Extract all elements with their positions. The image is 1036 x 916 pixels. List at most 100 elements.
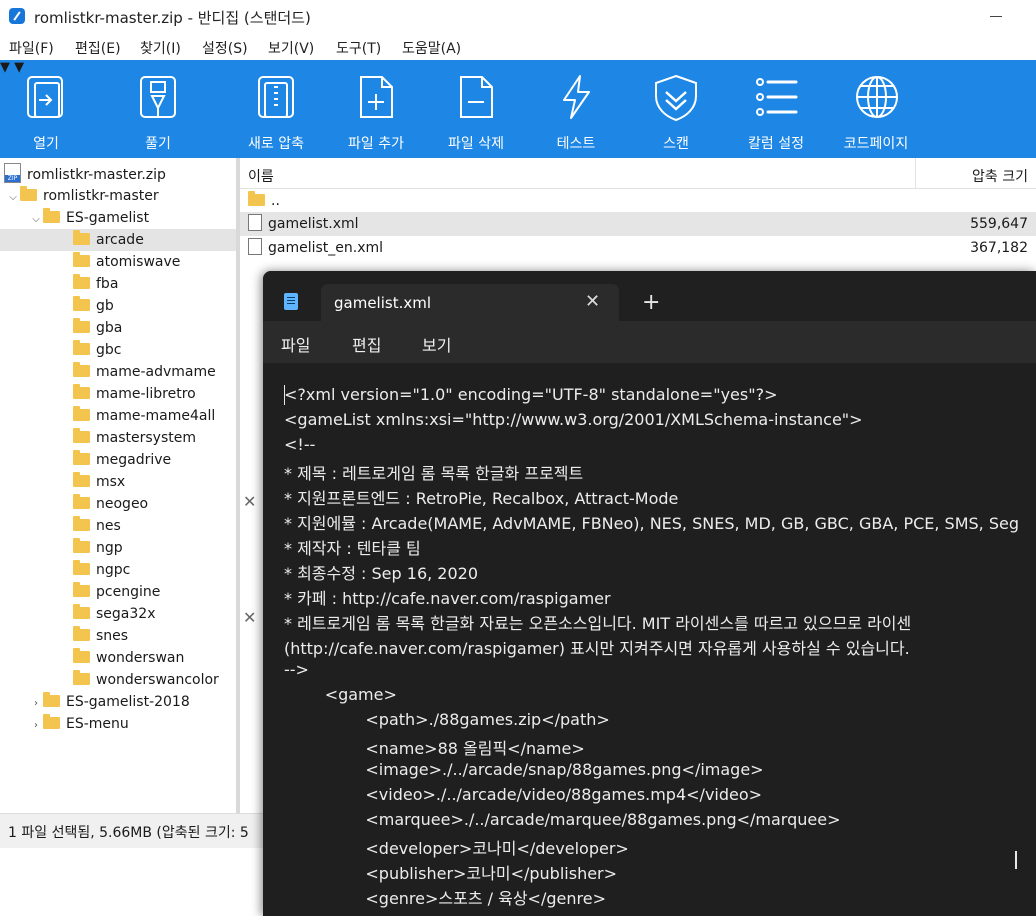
file-icon (248, 214, 262, 231)
folder-icon (73, 626, 90, 641)
column-divider[interactable] (915, 158, 916, 188)
tree-label: wonderswancolor (96, 672, 219, 688)
tree-item-es-gamelist-2018[interactable]: › ES-gamelist-2018 (0, 691, 263, 713)
delete-file-label: 파일 삭제 (448, 136, 504, 152)
scan-label: 스캔 (663, 136, 689, 152)
menu-find[interactable]: 찾기(I) (140, 38, 181, 58)
tree-label: mame-libretro (96, 386, 196, 402)
menu-tools[interactable]: 도구(T) (336, 38, 381, 58)
text-line: <genre>스포츠 / 육상</genre> (284, 889, 606, 908)
text-line: * 지원에뮬 : Arcade(MAME, AdvMAME, FBNeo), N… (284, 514, 1019, 533)
menu-help[interactable]: 도움말(A) (402, 38, 461, 58)
close-icon[interactable]: ✕ (243, 492, 256, 511)
delete-file-button[interactable]: 파일 삭제 (428, 60, 524, 158)
text-line: <?xml version="1.0" encoding="UTF-8" sta… (284, 385, 778, 404)
folder-icon (73, 538, 90, 553)
tree-label: romlistkr-master.zip (27, 167, 166, 183)
text-line: <name>88 올림픽</name> (284, 739, 585, 758)
tree-item-es-gamelist[interactable]: ⌵ ES-gamelist (0, 207, 263, 229)
folder-tree: romlistkr-master.zip ⌵romlistkr-master ⌵… (0, 158, 307, 813)
add-file-icon (360, 76, 393, 118)
toolbar: 열기 ▼ 풀기 ▼ 새로 압축 파일 추가 파일 삭제 테스트 스캔 칼럼 설정… (0, 60, 1036, 158)
column-settings-label: 칼럼 설정 (748, 136, 804, 152)
close-icon[interactable]: ✕ (585, 291, 600, 312)
chevron-down-icon[interactable]: ⌵ (29, 209, 43, 231)
open-label: 열기 (33, 136, 59, 152)
extract-button[interactable]: 풀기 (110, 60, 206, 158)
file-size: 367,182 (970, 240, 1028, 256)
tree-label: snes (96, 628, 129, 644)
file-name: .. (271, 193, 280, 209)
text-line: <image>./../arcade/snap/88games.png</ima… (284, 760, 764, 779)
file-row[interactable]: gamelist.xml 559,647 (240, 212, 1036, 236)
status-text: 1 파일 선택됨, 5.66MB (압축된 크기: 5 (8, 825, 249, 841)
add-file-button[interactable]: 파일 추가 (328, 60, 424, 158)
menu-view[interactable]: 보기(V) (268, 38, 314, 58)
folder-icon (73, 230, 90, 245)
menu-edit[interactable]: 편집(E) (75, 38, 121, 58)
text-line: --> (284, 660, 309, 679)
list-icon (756, 78, 798, 116)
folder-icon (43, 208, 60, 223)
text-line: <path>./88games.zip</path> (284, 710, 610, 729)
tree-label: arcade (96, 232, 144, 248)
test-button[interactable]: 테스트 (528, 60, 624, 158)
file-row[interactable]: gamelist_en.xml 367,182 (240, 236, 1036, 260)
tab-gamelist-xml[interactable]: gamelist.xml ✕ (321, 284, 619, 321)
folder-icon (43, 692, 60, 707)
file-icon (248, 238, 262, 255)
zip-file-icon (4, 163, 21, 183)
codepage-button[interactable]: 코드페이지 (826, 60, 926, 158)
new-archive-button[interactable]: 새로 압축 (228, 60, 324, 158)
tree-label: ngpc (96, 562, 131, 578)
chevron-down-icon[interactable]: ⌵ (6, 187, 20, 209)
notepad-menu-file[interactable]: 파일 (281, 332, 310, 356)
folder-icon (73, 362, 90, 377)
open-button[interactable]: 열기 (0, 60, 92, 158)
tree-label: gbc (96, 342, 122, 358)
notepad-menu-view[interactable]: 보기 (422, 332, 451, 356)
folder-icon (73, 340, 90, 355)
text-line: * 레트로게임 롬 목록 한글화 자료는 오픈소스입니다. MIT 라이센스를 … (284, 614, 912, 633)
scan-button[interactable]: 스캔 (628, 60, 724, 158)
menu-bar: 파일(F) 편집(E) 찾기(I) 설정(S) 보기(V) 도구(T) 도움말(… (0, 34, 1036, 60)
notepad-icon (284, 293, 298, 310)
chevron-right-icon[interactable]: › (29, 715, 43, 737)
folder-icon (20, 186, 37, 201)
file-name: gamelist_en.xml (268, 240, 384, 256)
notepad-menu-edit[interactable]: 편집 (352, 332, 381, 356)
close-icon[interactable]: ✕ (243, 608, 256, 627)
column-settings-button[interactable]: 칼럼 설정 (726, 60, 826, 158)
menu-settings[interactable]: 설정(S) (202, 38, 248, 58)
folder-icon (73, 494, 90, 509)
folder-icon (73, 450, 90, 465)
parent-folder-row[interactable]: .. (240, 189, 1036, 213)
tree-label: pcengine (96, 584, 161, 600)
minimize-button[interactable] (990, 16, 1002, 17)
text-editor[interactable]: <?xml version="1.0" encoding="UTF-8" sta… (263, 363, 1036, 916)
tree-label: romlistkr-master (43, 188, 159, 204)
tree-label: megadrive (96, 452, 172, 468)
text-line: <marquee>./../arcade/marquee/88games.png… (284, 810, 841, 829)
tree-label: neogeo (96, 496, 149, 512)
tree-label: fba (96, 276, 119, 292)
tree-label: sega32x (96, 606, 156, 622)
folder-icon (73, 384, 90, 399)
menu-file[interactable]: 파일(F) (9, 38, 54, 58)
shield-icon (655, 74, 697, 122)
tree-item-root[interactable]: romlistkr-master.zip (0, 163, 238, 185)
globe-icon (856, 76, 898, 118)
column-size-header[interactable]: 압축 크기 (972, 166, 1028, 186)
new-tab-plus-icon[interactable]: + (642, 290, 660, 315)
tree-label: nes (96, 518, 121, 534)
folder-icon (73, 406, 90, 421)
tree-item-romlistkr-master[interactable]: ⌵ romlistkr-master (0, 185, 240, 207)
window-title: romlistkr-master.zip - 반디집 (스탠더드) (34, 9, 311, 27)
extract-icon (140, 76, 176, 118)
text-line: * 지원프론트엔드 : RetroPie, Recalbox, Attract-… (284, 489, 679, 508)
tree-item-es-menu[interactable]: › ES-menu (0, 713, 263, 735)
folder-icon (43, 714, 60, 729)
column-name-header[interactable]: 이름 (248, 166, 274, 186)
folder-icon (73, 670, 90, 685)
chevron-right-icon[interactable]: › (29, 693, 43, 715)
